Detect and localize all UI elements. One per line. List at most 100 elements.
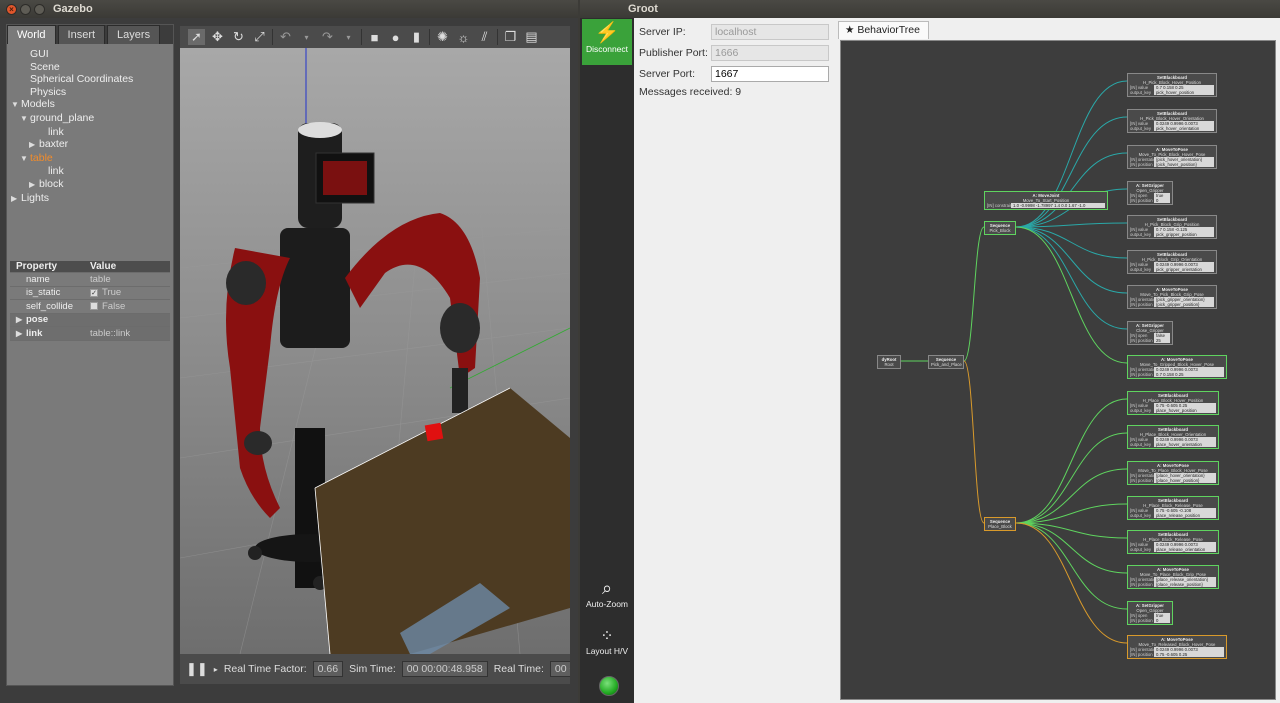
disconnect-button[interactable]: ⚡ Disconnect (582, 19, 632, 65)
checkbox-checked-icon[interactable]: ✓ (90, 288, 98, 297)
port-value[interactable]: pick_gripper_position (1154, 232, 1214, 237)
sphere-shape-icon[interactable]: ● (387, 30, 404, 45)
spot-light-icon[interactable]: ☼ (455, 30, 472, 45)
tree-node[interactable]: A: SetGripper Open_Gripper [IN] open true [I… (1127, 181, 1173, 205)
tab-behaviortree[interactable]: ★ BehaviorTree (838, 21, 929, 39)
auto-zoom-button[interactable]: ⌕ Auto-Zoom (580, 578, 634, 609)
port-value[interactable]: 0 (1154, 198, 1170, 203)
tree-item[interactable]: ▶ Lights (7, 192, 173, 206)
redo-dropdown-icon[interactable]: ▾ (340, 33, 357, 42)
tree-item[interactable]: ▼ Models (7, 98, 173, 112)
server-ip-field[interactable] (711, 24, 829, 40)
rotate-mode-icon[interactable]: ↻ (230, 29, 247, 45)
tree-item[interactable]: Spherical Coordinates (7, 73, 173, 86)
port-value[interactable]: 25 (1154, 338, 1170, 343)
select-mode-icon[interactable]: ➚ (188, 29, 205, 45)
undo-dropdown-icon[interactable]: ▾ (298, 33, 315, 42)
property-row-pose[interactable]: ▶ pose (10, 313, 170, 327)
property-value[interactable]: table (90, 274, 170, 285)
tab-layers[interactable]: Layers (107, 25, 161, 44)
tree-item[interactable]: Scene (7, 61, 173, 74)
port-name: [IN] position (1130, 338, 1153, 343)
tree-node[interactable]: SetBlackboard H_Place_Block_Release_Pose[… (1127, 496, 1219, 520)
port-value[interactable]: place_release_orientation (1154, 547, 1216, 552)
tree-node[interactable]: SetBlackboard H_Pick_Block_Grip_Orientati… (1127, 250, 1217, 274)
tree-item[interactable]: GUI (7, 48, 173, 61)
tab-label: BehaviorTree (857, 24, 920, 36)
tab-world[interactable]: World (7, 25, 56, 44)
tree-item[interactable]: link (7, 165, 173, 178)
redo-icon[interactable]: ↷ (319, 29, 336, 45)
port-value[interactable]: 0.7 0.158 0.25 (1154, 372, 1224, 377)
tree-item-label: link (48, 165, 64, 178)
port-value[interactable]: pick_hover_orientation (1154, 126, 1214, 131)
port-value[interactable]: 1.0 -0.9998 -1.78997 1.4 0.0 1.67 -1.0 (1011, 203, 1105, 208)
gazebo-title: Gazebo (53, 3, 93, 15)
tree-node[interactable]: A: MoveToPose Move_To_Place_Block_Hover_P… (1127, 461, 1219, 485)
port-value[interactable]: 0.75 -0.605 0.25 (1154, 652, 1224, 657)
maximize-icon[interactable] (34, 3, 45, 15)
value-col-header: Value (90, 261, 117, 272)
3d-viewport[interactable] (180, 48, 570, 654)
groot-window: Groot ⚡ Disconnect ⌕ Auto-Zoom ⁘ Layout … (580, 0, 1280, 703)
tree-node[interactable]: A: MoveToPose Move_To_Pick_Block_Grip_Pos… (1127, 285, 1217, 309)
tree-item[interactable]: ▶ baxter (7, 138, 173, 152)
checkbox-icon[interactable] (90, 302, 98, 311)
close-icon[interactable]: × (6, 3, 17, 15)
port-value[interactable]: place_hover_position (1154, 408, 1216, 413)
star-icon: ★ (845, 24, 855, 36)
port-value[interactable]: pick_hover_position (1154, 90, 1214, 95)
publisher-port-field[interactable] (711, 45, 829, 61)
port-value[interactable]: {pick_hover_position} (1154, 162, 1214, 167)
tree-node[interactable]: SetBlackboard H_Place_Block_Hover_Orienta… (1127, 425, 1219, 449)
tree-item[interactable]: Physics (7, 86, 173, 99)
port-name: [IN] position (1130, 478, 1153, 483)
tree-node[interactable]: Sequence Place_Block (984, 517, 1016, 531)
directional-light-icon[interactable]: ⫽ (476, 29, 493, 45)
layout-button[interactable]: ⁘ Layout H/V (580, 626, 634, 656)
behavior-tree-canvas[interactable]: dyRoot Root Sequence Pick_and_Place Sequence… (840, 40, 1276, 700)
port-value[interactable]: pick_gripper_orientation (1154, 267, 1214, 272)
minimize-icon[interactable] (20, 3, 31, 15)
tree-node[interactable]: dyRoot Root (877, 355, 901, 369)
tab-insert[interactable]: Insert (57, 25, 106, 44)
tree-node[interactable]: A: MoveToPose Move_To_Place_Block_Grip_Po… (1127, 565, 1219, 589)
scale-mode-icon[interactable]: ⤢ (251, 29, 268, 45)
tree-node[interactable]: SetBlackboard H_Pick_Block_Hover_Orientat… (1127, 109, 1217, 133)
tree-node[interactable]: A: MoveJoint Move_To_Start_Position [IN] c… (984, 191, 1108, 210)
undo-icon[interactable]: ↶ (277, 29, 294, 45)
tree-node[interactable]: SetBlackboard H_Pick_Block_Hover_Position… (1127, 73, 1217, 97)
tree-item[interactable]: link (7, 126, 173, 139)
port-value[interactable]: {pick_gripper_position} (1154, 302, 1214, 307)
tree-item[interactable]: ▶ block (7, 178, 173, 192)
tree-node[interactable]: A: MoveToPose Move_To_Gripped_Block_Hover… (1127, 355, 1227, 379)
port-name: output_key (1130, 442, 1152, 447)
tree-node[interactable]: Sequence Pick_Block (984, 221, 1016, 235)
tree-node[interactable]: Sequence Pick_and_Place (928, 355, 964, 369)
box-shape-icon[interactable]: ■ (366, 30, 383, 45)
tree-node[interactable]: A: MoveToPose Move_To_Pick_Block_Hover_Po… (1127, 145, 1217, 169)
world-tree: GUI Scene Spherical Coordinates Physics ▼ Mod… (7, 44, 173, 205)
paste-icon[interactable]: ▤ (523, 29, 540, 45)
translate-mode-icon[interactable]: ✥ (209, 29, 226, 45)
port-value[interactable]: {place_release_position} (1154, 582, 1216, 587)
tree-item[interactable]: ▼ ground_plane (7, 112, 173, 126)
port-value[interactable]: place_release_position (1154, 513, 1216, 518)
tree-node[interactable]: SetBlackboard H_Pick_Block_Grip_Position[… (1127, 215, 1217, 239)
port-value[interactable]: {place_hover_position} (1154, 478, 1216, 483)
tree-node[interactable]: SetBlackboard H_Place_Block_Release_Pose[… (1127, 530, 1219, 554)
server-port-field[interactable] (711, 66, 829, 82)
step-icon[interactable]: ▸ (214, 665, 218, 674)
property-row-link[interactable]: ▶ link table::link (10, 327, 170, 341)
copy-icon[interactable]: ❐ (502, 29, 519, 45)
cylinder-shape-icon[interactable]: ▮ (408, 29, 425, 45)
port-value[interactable]: place_hover_orientation (1154, 442, 1216, 447)
tree-node[interactable]: SetBlackboard H_Place_Block_Hover_Positio… (1127, 391, 1219, 415)
port-value[interactable]: 0 (1154, 618, 1170, 623)
pause-icon[interactable]: ❚❚ (186, 661, 208, 677)
tree-node[interactable]: A: MoveToPose Move_To_Released_Block_Hove… (1127, 635, 1227, 659)
point-light-icon[interactable]: ✺ (434, 29, 451, 45)
tree-item[interactable]: ▼ table (7, 152, 173, 166)
tree-node[interactable]: A: SetGripper Close_Gripper [IN] open false… (1127, 321, 1173, 345)
tree-node[interactable]: A: SetGripper Open_Gripper [IN] open true [I… (1127, 601, 1173, 625)
